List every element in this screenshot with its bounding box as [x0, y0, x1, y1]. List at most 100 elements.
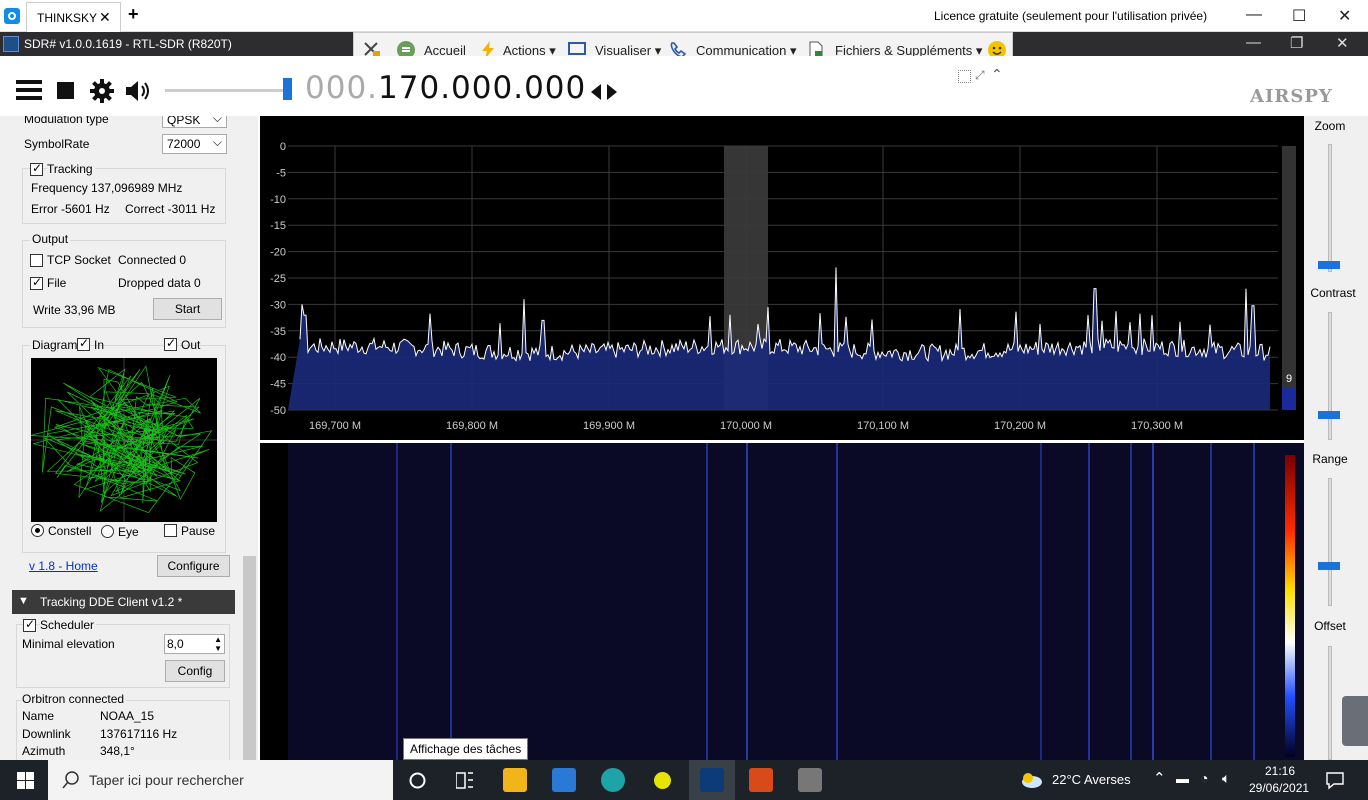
- eye-radio[interactable]: [101, 525, 114, 538]
- app-ball-icon[interactable]: [654, 772, 671, 789]
- sdr-close-icon[interactable]: ✕: [1336, 34, 1349, 52]
- panel-scrollbar[interactable]: [243, 556, 256, 760]
- sat-name-value: NOAA_15: [100, 709, 155, 723]
- configure-button[interactable]: Configure: [157, 555, 230, 577]
- start-button[interactable]: Start: [153, 298, 222, 320]
- range-thumb[interactable]: [1318, 562, 1340, 570]
- remote-session-tabbar: THINKSKY ✕ + Licence gratuite (seulement…: [0, 0, 1368, 32]
- symbolrate-select[interactable]: 72000: [162, 133, 227, 154]
- pause-checkbox[interactable]: [164, 524, 177, 537]
- minimize-icon[interactable]: —: [1246, 6, 1262, 24]
- wifi-icon[interactable]: ◔: [1200, 770, 1208, 786]
- menu-icon[interactable]: [16, 79, 44, 101]
- volume-slider-thumb[interactable]: [283, 78, 292, 100]
- edge-icon[interactable]: [601, 768, 625, 792]
- y-tick-label: -10: [270, 194, 286, 206]
- chevron-up-icon[interactable]: ⌃: [991, 66, 1003, 83]
- spinner-arrows-icon[interactable]: ▲ ▼: [214, 635, 222, 653]
- cortana-icon[interactable]: [409, 772, 426, 789]
- zoom-slider[interactable]: [1328, 144, 1332, 272]
- waterfall-signal-trace: [1040, 443, 1042, 760]
- spectrum-trace: [299, 267, 1271, 363]
- spectrum-analyzer[interactable]: 0 -5 -10 -15 -20 -25 -30 -35 -40 -45 -50 169,700 M…: [260, 116, 1304, 440]
- x-tick-label: 169,700 M: [309, 420, 361, 432]
- app-gray-icon[interactable]: [798, 768, 822, 792]
- fullscreen-icon[interactable]: ⤢: [975, 68, 985, 83]
- volume-tray-icon[interactable]: 🔈︎: [1222, 770, 1230, 787]
- tcp-socket-label: TCP Socket: [47, 253, 111, 267]
- tracking-checkbox[interactable]: [30, 161, 43, 176]
- config-button[interactable]: Config: [165, 660, 225, 682]
- grid-icon[interactable]: [958, 70, 971, 83]
- contrast-thumb[interactable]: [1318, 411, 1340, 419]
- clock-date[interactable]: 29/06/2021: [1249, 781, 1309, 795]
- store-icon[interactable]: [552, 768, 576, 792]
- tuning-arrows-icon[interactable]: [590, 83, 618, 101]
- scheduler-checkbox[interactable]: [23, 617, 36, 632]
- y-tick-label: -30: [270, 299, 286, 311]
- out-checkbox[interactable]: [164, 336, 177, 351]
- in-label: In: [94, 338, 105, 352]
- frequency-display[interactable]: 000.170.000.000: [305, 70, 586, 106]
- notifications-icon[interactable]: [1325, 770, 1345, 790]
- waterfall-signal-trace: [396, 443, 398, 760]
- range-slider[interactable]: [1328, 478, 1332, 606]
- teamviewer-side-handle[interactable]: [1342, 696, 1368, 746]
- sdr-minimize-icon[interactable]: —: [1246, 34, 1261, 51]
- contrast-slider[interactable]: [1328, 312, 1332, 440]
- sdrsharp-icon[interactable]: [700, 768, 724, 792]
- collapse-triangle-icon[interactable]: ▼: [18, 595, 29, 607]
- spectrum-y-axis: 0 -5 -10 -15 -20 -25 -30 -35 -40 -45 -50: [270, 141, 286, 417]
- maximize-icon[interactable]: ☐: [1292, 6, 1306, 26]
- weather-text[interactable]: 22°C Averses: [1052, 772, 1131, 787]
- range-label: Range: [1312, 452, 1348, 466]
- close-icon[interactable]: ✕: [1338, 6, 1351, 26]
- waterfall[interactable]: [260, 443, 1304, 760]
- dropped-data: Dropped data 0: [118, 276, 201, 290]
- y-tick-label: 0: [280, 141, 286, 153]
- waterfall-signal-trace: [1253, 443, 1255, 760]
- clock-time[interactable]: 21:16: [1265, 764, 1295, 778]
- min-elevation-input[interactable]: 8,0 ▲ ▼: [164, 634, 225, 654]
- taskbar-search[interactable]: Taper ici pour rechercher: [48, 760, 393, 800]
- weather-icon: [1022, 773, 1042, 788]
- waterfall-colorbar: [1285, 455, 1295, 757]
- teamviewer-logo-icon: [4, 8, 20, 24]
- constell-radio[interactable]: [31, 524, 44, 537]
- new-tab-icon[interactable]: +: [128, 4, 139, 25]
- zoom-thumb[interactable]: [1318, 261, 1340, 269]
- symbolrate-label: SymbolRate: [24, 137, 90, 151]
- write-size: Write 33,96 MB: [33, 303, 116, 317]
- tray-chevron-icon[interactable]: ⌃: [1153, 769, 1166, 787]
- level-bar-fill: [1282, 388, 1296, 410]
- offset-slider[interactable]: [1328, 646, 1332, 760]
- sdr-header: [0, 56, 1368, 116]
- in-checkbox[interactable]: [77, 336, 90, 351]
- taskview-icon[interactable]: [456, 772, 474, 789]
- downlink-label: Downlink: [22, 727, 71, 741]
- modulation-label: Modulation type: [24, 116, 109, 126]
- explorer-icon[interactable]: [503, 768, 527, 792]
- speaker-icon[interactable]: [124, 79, 152, 103]
- dde-client-title: Tracking DDE Client v1.2 *: [40, 595, 183, 609]
- orbitron-icon[interactable]: [749, 768, 773, 792]
- volume-slider-track[interactable]: [165, 89, 287, 92]
- waterfall-signal-trace: [706, 443, 708, 760]
- battery-icon[interactable]: ▬: [1176, 771, 1189, 786]
- level-value: 9: [1286, 373, 1292, 385]
- sdr-restore-icon[interactable]: ❐: [1290, 34, 1303, 52]
- windows-start-icon[interactable]: [17, 772, 34, 789]
- window-title: SDR# v1.0.0.1619 - RTL-SDR (R820T): [24, 37, 232, 51]
- file-checkbox[interactable]: [30, 275, 43, 290]
- dde-client-header[interactable]: ▼ Tracking DDE Client v1.2 *: [12, 590, 235, 614]
- tcp-socket-checkbox[interactable]: [30, 254, 43, 267]
- gear-icon[interactable]: [89, 78, 115, 104]
- session-tab[interactable]: THINKSKY ✕: [26, 2, 121, 32]
- waterfall-signal-trace: [746, 443, 748, 760]
- home-link[interactable]: v 1.8 - Home: [29, 559, 98, 573]
- waterfall-left-border: [260, 443, 288, 760]
- azimuth-value: 348,1°: [100, 744, 135, 758]
- stop-icon[interactable]: [57, 82, 74, 99]
- close-tab-icon[interactable]: ✕: [99, 9, 111, 26]
- modulation-select[interactable]: QPSK: [162, 116, 227, 128]
